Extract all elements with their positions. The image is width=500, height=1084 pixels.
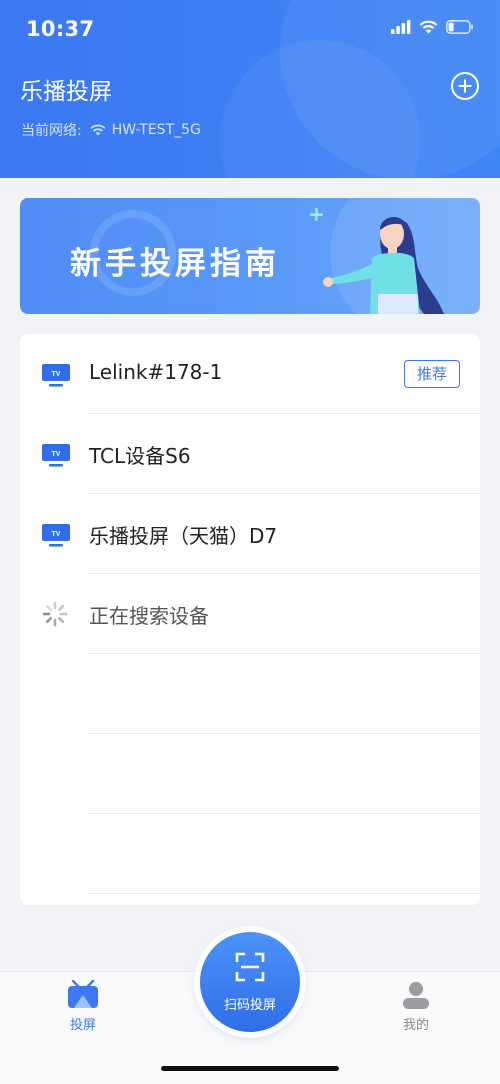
cast-tab-icon [68, 980, 98, 1008]
scan-cast-button[interactable]: 扫码投屏 [200, 932, 300, 1032]
network-label: 当前网络: [21, 123, 82, 139]
loading-spinner-icon [42, 601, 68, 627]
home-indicator [161, 1066, 339, 1071]
tab-cast-label: 投屏 [69, 1018, 96, 1033]
device-list: TV Lelink#178-1 推荐 TV TCL设备S6 TV 乐播投屏（天猫… [20, 334, 480, 905]
empty-row [20, 654, 480, 734]
user-icon [403, 982, 429, 1009]
app-title: 乐播投屏 [20, 79, 112, 105]
tv-icon: TV [42, 444, 70, 467]
header: 10:37 乐播投屏 当前网络: HW-TEST_5G [0, 0, 500, 178]
guide-illustration-icon [323, 216, 444, 314]
network-info: 当前网络: HW-TEST_5G [21, 120, 201, 140]
guide-banner[interactable]: + 新手投屏指南 [20, 198, 480, 314]
device-name: TCL设备S6 [89, 444, 191, 468]
scan-cast-label: 扫码投屏 [223, 998, 276, 1013]
recommend-badge: 推荐 [403, 360, 460, 388]
status-icons [391, 20, 474, 34]
divider [88, 893, 480, 894]
device-row[interactable]: TV Lelink#178-1 推荐 [20, 334, 480, 414]
empty-row [20, 734, 480, 814]
svg-text:TV: TV [52, 451, 61, 458]
signal-icon [391, 20, 411, 34]
device-name: Lelink#178-1 [89, 360, 223, 384]
empty-row [20, 814, 480, 894]
scan-icon [235, 952, 265, 982]
status-bar: 10:37 [0, 0, 500, 60]
wifi-icon [90, 124, 106, 136]
tab-mine-label: 我的 [402, 1018, 429, 1033]
svg-text:TV: TV [52, 531, 61, 538]
battery-icon [446, 20, 473, 34]
tv-icon: TV [42, 524, 70, 547]
tab-cast[interactable]: 投屏 [53, 980, 113, 1033]
add-device-button[interactable] [450, 71, 480, 101]
svg-text:TV: TV [52, 371, 61, 378]
tab-mine[interactable]: 我的 [386, 980, 446, 1033]
network-name: HW-TEST_5G [111, 122, 201, 138]
searching-row: 正在搜索设备 [20, 574, 480, 654]
status-time: 10:37 [26, 17, 95, 41]
searching-label: 正在搜索设备 [89, 604, 209, 628]
device-row[interactable]: TV 乐播投屏（天猫）D7 [20, 494, 480, 574]
tv-icon: TV [42, 364, 70, 387]
device-row[interactable]: TV TCL设备S6 [20, 414, 480, 494]
banner-title: 新手投屏指南 [70, 246, 280, 282]
wifi-icon [419, 20, 438, 34]
device-name: 乐播投屏（天猫）D7 [89, 524, 278, 548]
